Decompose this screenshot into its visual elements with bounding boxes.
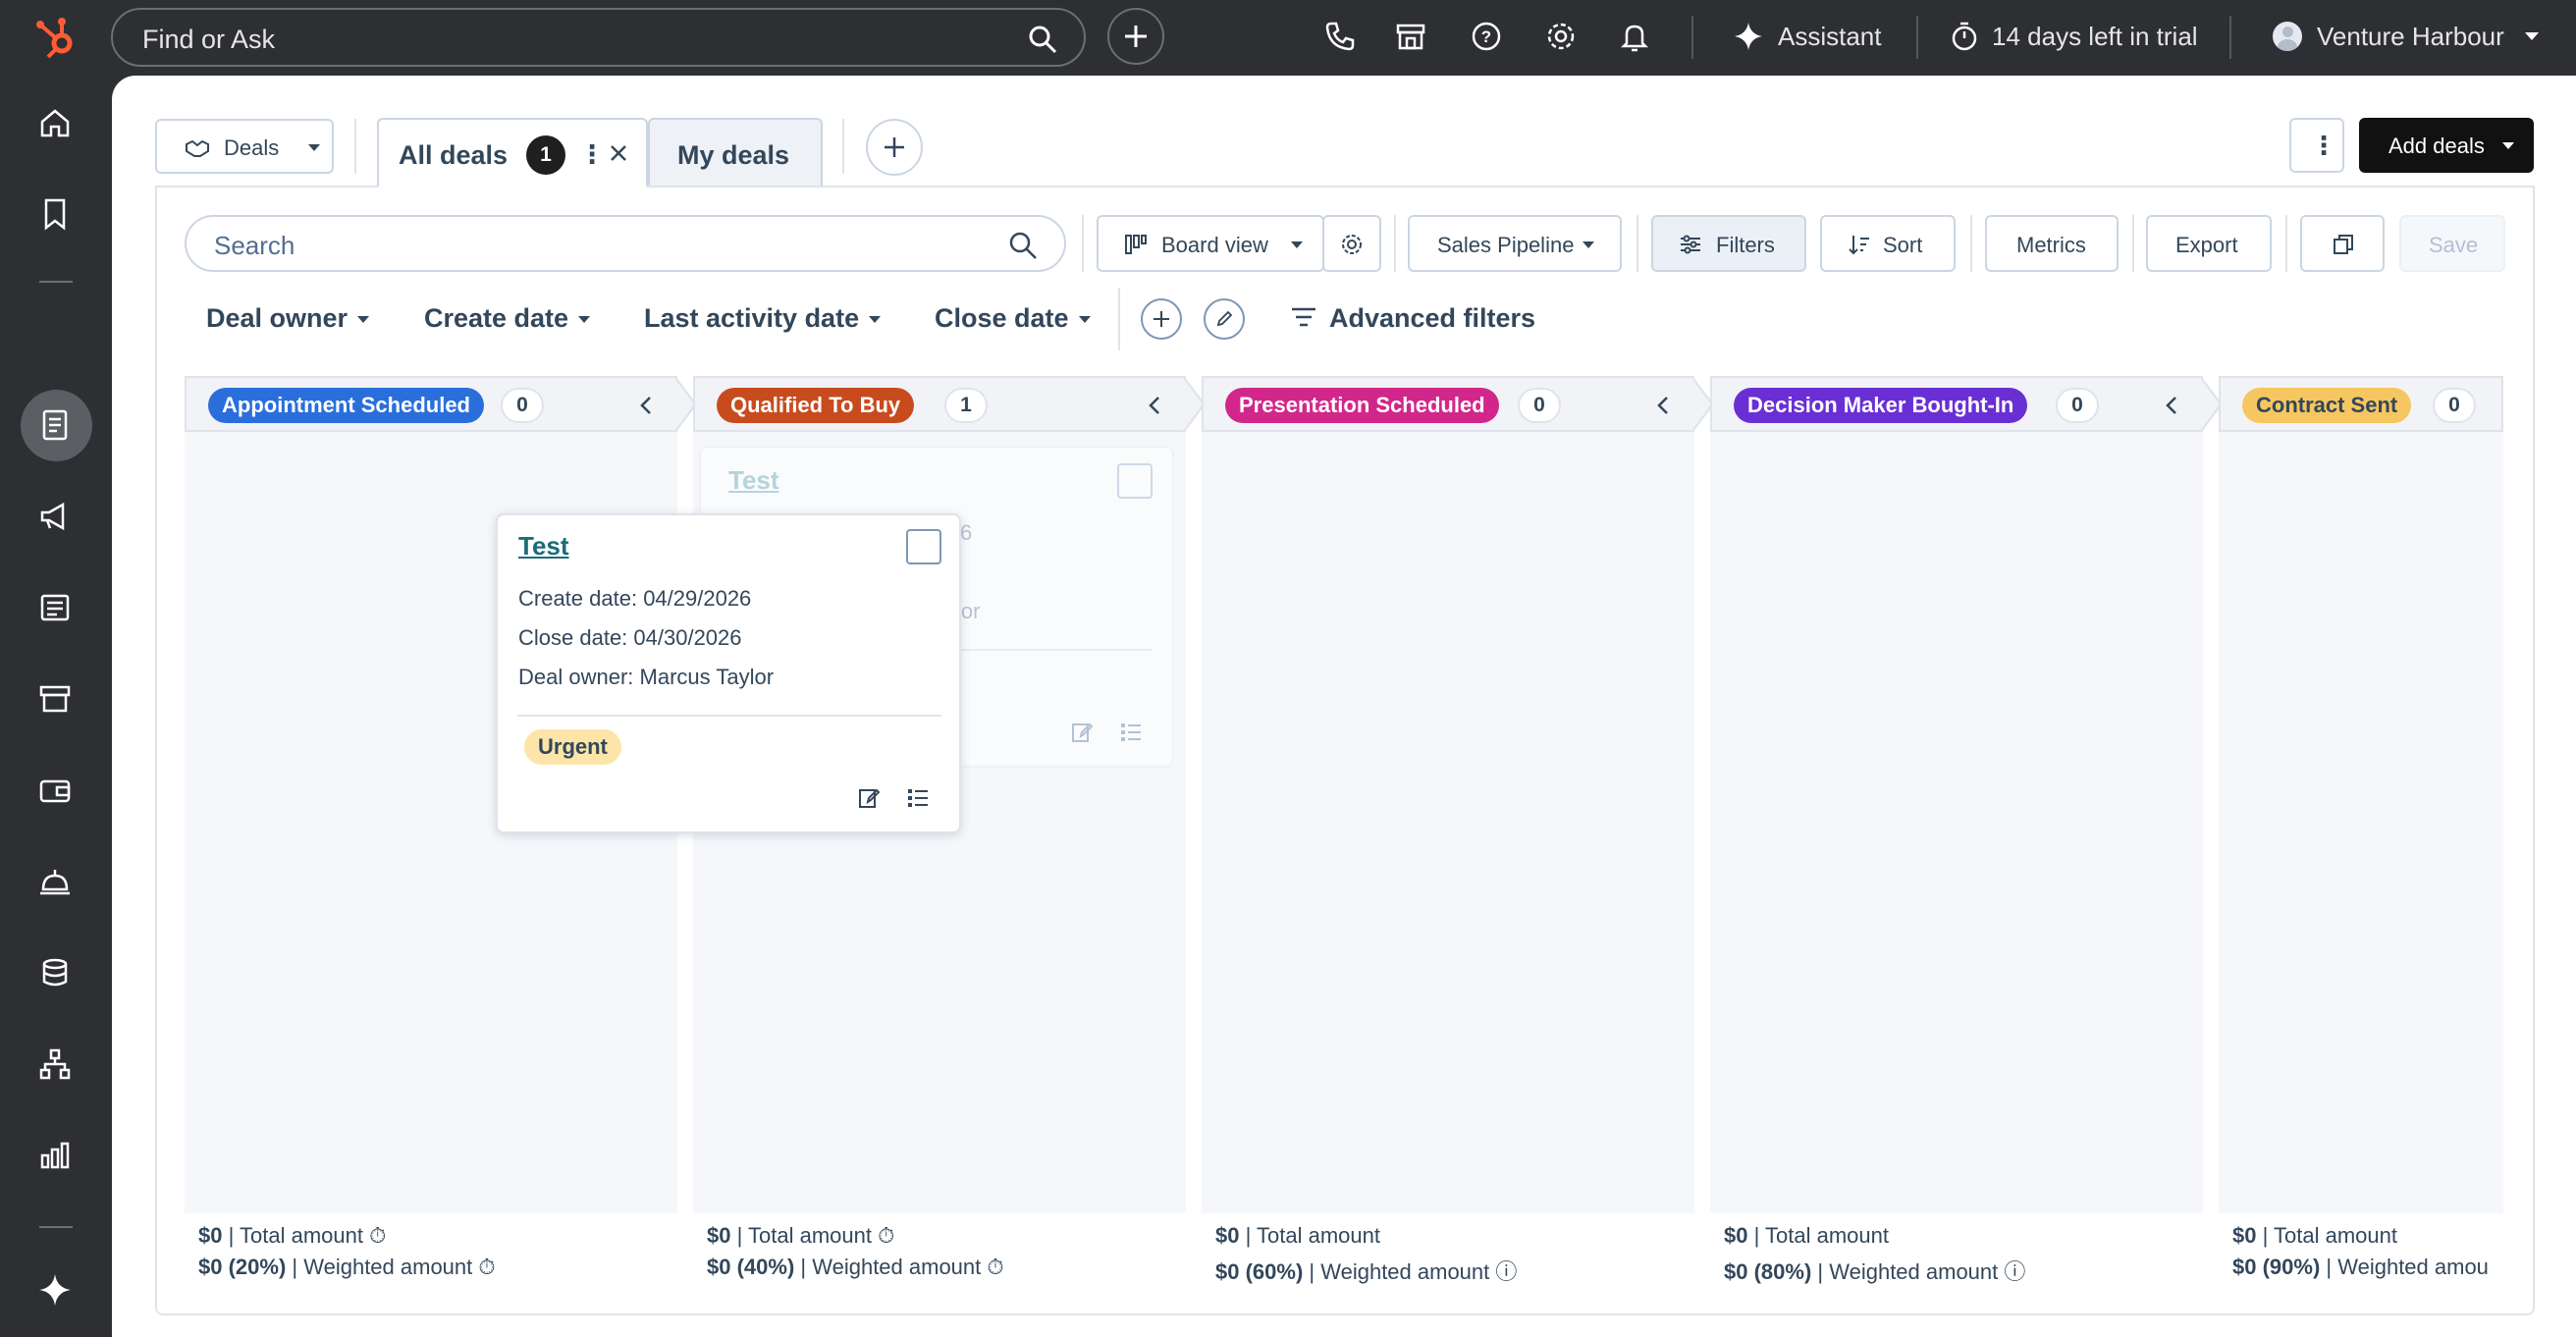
database-icon[interactable]: [37, 955, 73, 990]
object-selector-label: Deals: [224, 135, 280, 160]
chevron-down-icon: [357, 316, 370, 324]
edit-note-icon[interactable]: [857, 786, 881, 810]
object-selector-dropdown[interactable]: Deals: [155, 119, 334, 174]
sidebar-divider: [39, 1226, 73, 1228]
more-vertical-icon: ⋮: [2311, 131, 2336, 160]
bookmark-icon[interactable]: [37, 196, 73, 232]
task-list-icon[interactable]: [906, 786, 930, 810]
card-divider: [517, 715, 941, 717]
deal-card[interactable]: Test Create date: 04/29/2026 Close date:…: [496, 513, 961, 833]
search-icon[interactable]: [1027, 24, 1058, 55]
sidebar-divider: [39, 281, 73, 283]
divider: [354, 119, 356, 174]
sparkle-icon: [1735, 23, 1762, 50]
tab-all-deals[interactable]: All deals 1 ⋮: [377, 118, 648, 187]
chevron-down-icon: [869, 316, 882, 324]
global-search-placeholder: Find or Ask: [142, 25, 276, 54]
deal-owner: Deal owner: Marcus Taylor: [518, 665, 775, 689]
close-icon[interactable]: [605, 139, 632, 167]
home-icon[interactable]: [37, 105, 73, 140]
deal-card-title: Test: [728, 465, 779, 495]
chevron-down-icon: [2502, 142, 2514, 149]
tab-my-deals-label: My deals: [677, 140, 790, 170]
settings-gear-icon[interactable]: [1544, 20, 1578, 53]
global-search-input[interactable]: Find or Ask: [111, 8, 1086, 67]
priority-tag: Urgent: [524, 729, 621, 765]
divider: [842, 119, 844, 174]
hubspot-logo-icon[interactable]: [29, 12, 82, 65]
commerce-store-icon[interactable]: [37, 681, 73, 717]
chevron-down-icon: [578, 316, 591, 324]
wallet-icon[interactable]: [37, 773, 73, 808]
board-search-input[interactable]: Search: [185, 215, 1066, 272]
breeze-sparkle-icon[interactable]: [37, 1272, 73, 1308]
help-icon[interactable]: ?: [1470, 20, 1503, 53]
deal-create-date: Create date: 04/29/2026: [518, 586, 752, 611]
chevron-down-icon: [1078, 316, 1091, 324]
deal-card-checkbox[interactable]: [906, 529, 941, 564]
marketing-megaphone-icon[interactable]: [37, 499, 73, 534]
advanced-filters-button[interactable]: Advanced filters: [1329, 303, 1535, 334]
deal-owner-filter[interactable]: Deal owner: [206, 303, 370, 334]
board-search-placeholder: Search: [214, 231, 295, 260]
add-deals-button[interactable]: Add deals: [2359, 118, 2534, 173]
topbar-divider: [2229, 16, 2231, 59]
marketplace-icon[interactable]: [1394, 20, 1427, 53]
create-date-filter[interactable]: Create date: [424, 303, 591, 334]
create-date-filter-label: Create date: [424, 303, 569, 333]
topbar-divider: [1916, 16, 1918, 59]
add-deals-label: Add deals: [2388, 134, 2485, 158]
account-menu[interactable]: Venture Harbour: [2317, 22, 2504, 52]
deal-card-title[interactable]: Test: [518, 531, 569, 562]
close-date-filter[interactable]: Close date: [935, 303, 1091, 334]
close-date-filter-label: Close date: [935, 303, 1069, 333]
deal-close-date: Close date: 04/30/2026: [518, 625, 742, 650]
timer-icon: [1952, 22, 1977, 51]
tab-options-icon[interactable]: ⋮: [579, 139, 605, 170]
svg-text:?: ?: [1481, 27, 1491, 46]
deal-card-checkbox: [1117, 463, 1153, 499]
faded-text-fragment: 6: [960, 520, 973, 545]
phone-icon[interactable]: [1323, 20, 1357, 53]
avatar[interactable]: [2273, 22, 2302, 51]
task-list-icon: [1121, 723, 1141, 741]
tab-my-deals[interactable]: My deals: [648, 118, 823, 187]
notifications-bell-icon[interactable]: [1618, 20, 1651, 53]
plus-icon: [1125, 26, 1147, 47]
last-activity-date-filter-label: Last activity date: [644, 303, 860, 333]
topbar-divider: [1691, 16, 1693, 59]
deal-owner-filter-label: Deal owner: [206, 303, 349, 333]
edit-note-icon: [1072, 722, 1094, 742]
last-activity-date-filter[interactable]: Last activity date: [644, 303, 882, 334]
tab-all-deals-label: All deals: [399, 140, 509, 170]
handshake-icon: [186, 139, 209, 157]
contacts-records-icon[interactable]: [37, 407, 73, 443]
service-bell-icon[interactable]: [37, 864, 73, 899]
content-icon[interactable]: [37, 590, 73, 625]
reporting-chart-icon[interactable]: [37, 1138, 73, 1173]
plus-icon: [885, 137, 904, 157]
tab-count-badge: 1: [526, 135, 565, 175]
automation-org-icon[interactable]: [37, 1046, 73, 1082]
chevron-down-icon: [308, 144, 320, 151]
active-tab-gap: [379, 186, 646, 187]
assistant-button[interactable]: Assistant: [1778, 22, 1882, 52]
search-icon[interactable]: [1007, 230, 1039, 261]
trial-status-link[interactable]: 14 days left in trial: [1992, 22, 2198, 52]
more-actions-button[interactable]: ⋮: [2289, 118, 2344, 173]
create-new-button[interactable]: [1107, 8, 1164, 65]
top-navigation-bar: Find or Ask ? Assistant 14 days left in …: [0, 0, 2576, 76]
chevron-down-icon: [2525, 32, 2539, 40]
left-sidebar: [0, 76, 112, 1337]
add-view-button[interactable]: [866, 119, 923, 176]
